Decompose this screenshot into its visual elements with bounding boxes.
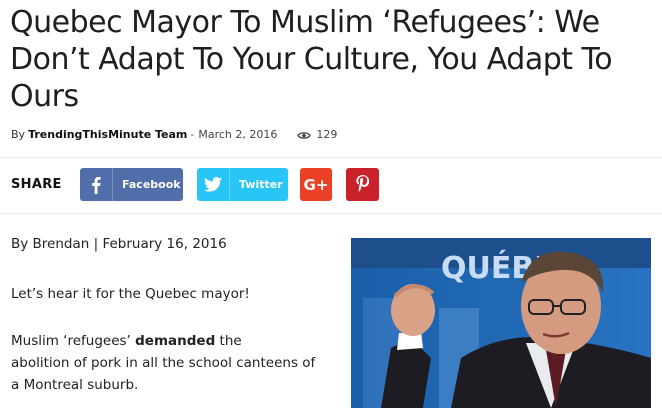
twitter-share-button[interactable]: Twitter [197, 168, 288, 201]
google-plus-icon: G+ [303, 175, 329, 194]
article-title: Quebec Mayor To Muslim ‘Refugees’: We Do… [10, 5, 613, 114]
twitter-label: Twitter [239, 178, 283, 191]
facebook-icon [80, 168, 113, 201]
article-photo: QUÉBEC [351, 238, 651, 408]
twitter-icon [197, 168, 230, 201]
article-meta: By TrendingThisMinute Team - March 2, 20… [11, 128, 337, 141]
google-plus-share-button[interactable]: G+ [300, 168, 332, 201]
paragraph-demand-bold: demanded [135, 333, 216, 349]
divider-top [0, 157, 662, 158]
by-prefix: By [11, 128, 26, 141]
share-label: SHARE [11, 177, 62, 192]
view-count: 129 [316, 128, 338, 141]
facebook-label: Facebook [122, 178, 181, 191]
paragraph-demand-end: the [215, 333, 242, 349]
paragraph-demand-line2: abolition of pork in all the school cant… [11, 355, 316, 371]
paragraph-demand-start: Muslim ‘refugees’ [11, 333, 136, 349]
facebook-share-button[interactable]: Facebook [80, 168, 183, 201]
publish-date: March 2, 2016 [198, 128, 278, 141]
pinterest-icon [356, 174, 370, 195]
paragraph-intro: Let’s hear it for the Quebec mayor! [11, 286, 250, 302]
article-byline: By Brendan | February 16, 2016 [11, 236, 227, 252]
pinterest-share-button[interactable] [346, 168, 379, 201]
eye-icon [297, 130, 312, 139]
author-link[interactable]: TrendingThisMinute Team [28, 128, 187, 141]
divider-bottom [0, 213, 662, 214]
meta-separator: - [190, 128, 195, 141]
paragraph-demand: Muslim ‘refugees’ demanded the [11, 330, 242, 352]
paragraph-demand-line3: a Montreal suburb. [11, 377, 139, 393]
